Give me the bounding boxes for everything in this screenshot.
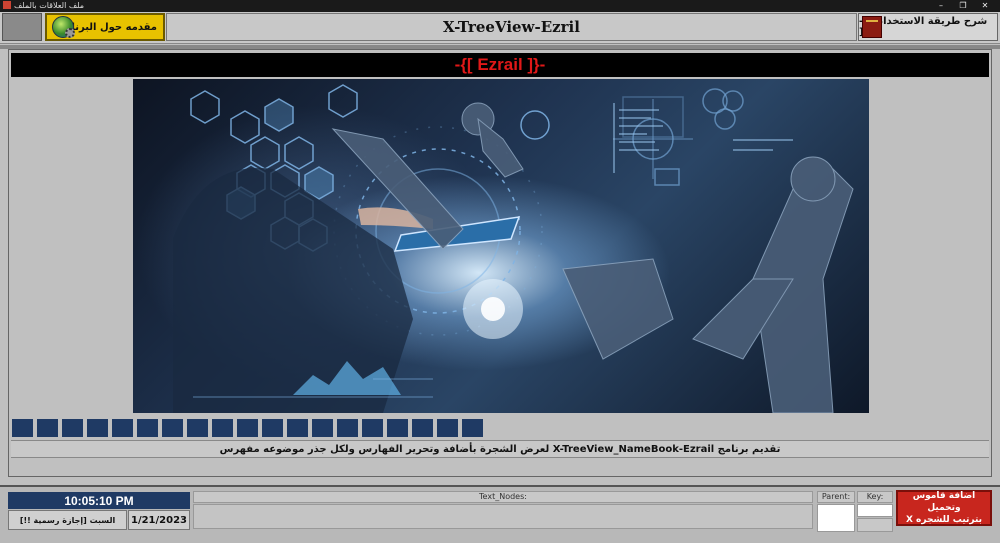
progress-block [161,418,184,438]
progress-block [336,418,359,438]
how-to-use-button[interactable]: -[[ شرح طريقة الاستخدام ]]- [858,13,998,41]
progress-block [61,418,84,438]
restore-button[interactable]: ❐ [952,0,974,12]
banner-title: -{[ Ezrail ]}- [11,53,989,77]
window-titlebar: ملف العلاقات بالملف – ❐ ✕ [0,0,1000,12]
minimize-button[interactable]: – [930,0,952,12]
progress-block [211,418,234,438]
close-button[interactable]: ✕ [974,0,996,12]
progress-block [236,418,259,438]
bottom-panel: 10:05:10 PM السبت [إجازة رسمية !!] 1/21/… [0,485,1000,543]
about-program-button[interactable]: مقدمه حول البرنامج [45,13,165,41]
main-panel: -{[ Ezrail ]}- تقديم برنامج X-TreeView_N… [8,49,992,477]
day-display: السبت [إجازة رسمية !!] [8,510,127,530]
parent-label: Parent: [817,491,855,503]
progress-block [461,418,484,438]
progress-blocks [11,418,486,438]
window-title: ملف العلاقات بالملف [3,0,84,12]
key-label: Key: [857,491,893,503]
progress-block [136,418,159,438]
text-nodes-label: Text_Nodes: [193,491,813,503]
key-field[interactable] [857,504,893,517]
text-nodes-field[interactable] [193,504,813,529]
key-secondary-field[interactable] [857,518,893,532]
gear-icon [65,28,75,38]
progress-block [361,418,384,438]
add-dictionary-label-1: اضافة قاموس وتحميل [912,491,976,513]
progress-block [186,418,209,438]
window-controls: – ❐ ✕ [930,0,996,12]
header-square-button[interactable] [2,13,42,41]
program-description: تقديم برنامج X-TreeView_NameBook-Ezrail … [11,440,989,458]
parent-field[interactable] [817,504,855,532]
add-dictionary-label-2: بترتيب للشجره X [905,515,983,525]
progress-block [386,418,409,438]
date-display: 1/21/2023 [128,510,190,530]
app-title: X-TreeView-Ezril [166,13,857,41]
app-icon [3,1,11,9]
progress-block [86,418,109,438]
book-icon [862,16,882,38]
add-dictionary-button[interactable]: اضافة قاموس وتحميل بترتيب للشجره X [896,490,992,526]
hero-illustration [173,84,854,413]
progress-block [436,418,459,438]
header-bar: مقدمه حول البرنامج X-TreeView-Ezril -[[ … [0,12,1000,44]
progress-block [286,418,309,438]
progress-block [11,418,34,438]
progress-block [411,418,434,438]
hero-image [133,79,869,413]
progress-block [111,418,134,438]
progress-block [311,418,334,438]
clock-display: 10:05:10 PM [8,492,190,509]
progress-block [36,418,59,438]
progress-block [261,418,284,438]
